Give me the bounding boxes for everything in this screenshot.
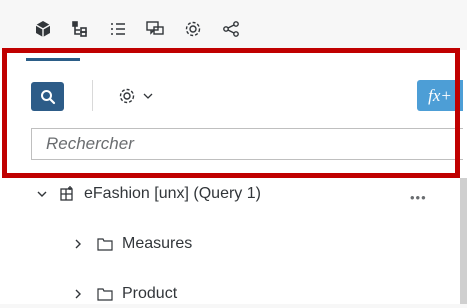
search-button[interactable] — [31, 82, 64, 111]
list-icon[interactable] — [107, 18, 129, 40]
cube-icon[interactable] — [32, 18, 54, 40]
hierarchy-icon[interactable] — [69, 18, 91, 40]
tree-node-measures[interactable]: Measures — [72, 230, 192, 258]
more-options-icon[interactable]: ••• — [410, 190, 427, 205]
chevron-down-icon — [143, 93, 153, 99]
scrollbar[interactable] — [460, 178, 467, 304]
search-input[interactable] — [31, 128, 463, 160]
tree-node-label: Measures — [122, 235, 193, 252]
active-tab-indicator — [26, 58, 80, 61]
toolbar-separator — [92, 80, 93, 111]
chevron-right-icon[interactable] — [72, 238, 84, 250]
search-icon — [40, 89, 55, 104]
data-panel — [0, 50, 467, 304]
settings-icon — [119, 88, 135, 104]
tree-node-label: eFashion [unx] (Query 1) — [84, 185, 261, 202]
comments-icon[interactable] — [144, 18, 166, 40]
folder-icon — [97, 238, 113, 251]
chevron-right-icon[interactable] — [72, 288, 84, 300]
tree-node-root[interactable]: eFashion [unx] (Query 1) — [36, 180, 261, 208]
chevron-down-icon[interactable] — [36, 188, 48, 200]
universe-icon — [60, 186, 73, 201]
formula-button-label: fx+ — [428, 85, 452, 105]
tree-node-label: Product — [122, 285, 178, 302]
share-icon[interactable] — [220, 18, 242, 40]
settings-dropdown-button[interactable] — [118, 84, 178, 108]
formula-button[interactable]: fx+ — [417, 80, 463, 111]
top-toolbar — [0, 0, 467, 50]
settings-icon[interactable] — [182, 18, 204, 40]
folder-icon — [97, 288, 113, 301]
